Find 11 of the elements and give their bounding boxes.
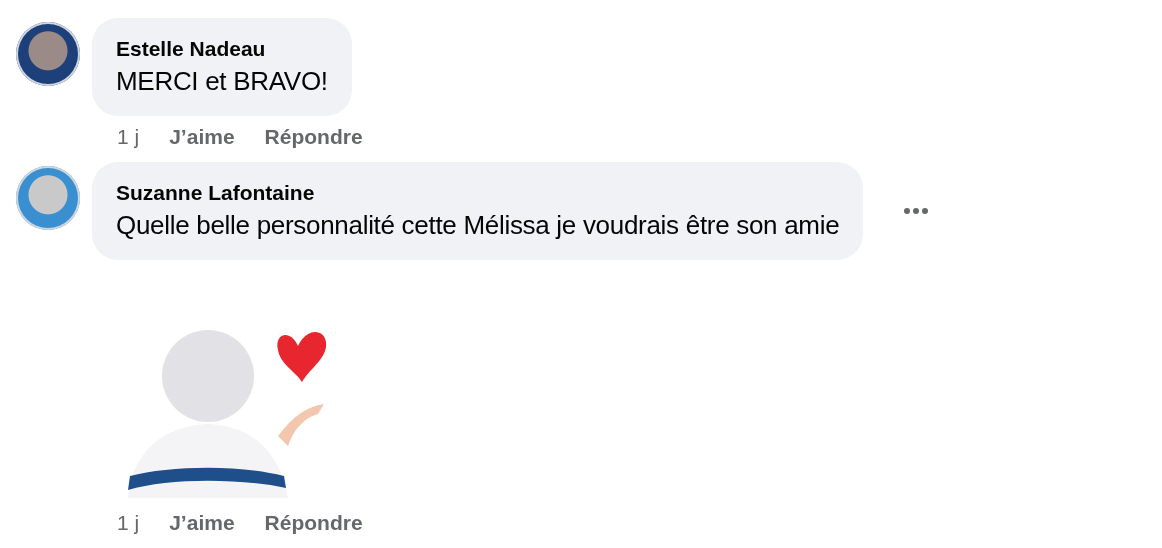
more-options-icon[interactable] (903, 207, 930, 215)
like-link[interactable]: J’aime (169, 510, 235, 536)
comment-time: 1 j (117, 510, 140, 536)
comment-text: MERCI et BRAVO! (116, 65, 328, 98)
comment-author[interactable]: Estelle Nadeau (116, 34, 328, 64)
comment-text: Quelle belle personnalité cette Mélissa je voudrais être son amie (116, 209, 840, 242)
like-link[interactable]: J’aime (169, 124, 235, 150)
reply-link[interactable]: Répondre (264, 510, 363, 536)
comment-author[interactable]: Suzanne Lafontaine (116, 178, 840, 208)
reply-link[interactable]: Répondre (264, 124, 363, 150)
comment-time: 1 j (117, 124, 140, 150)
